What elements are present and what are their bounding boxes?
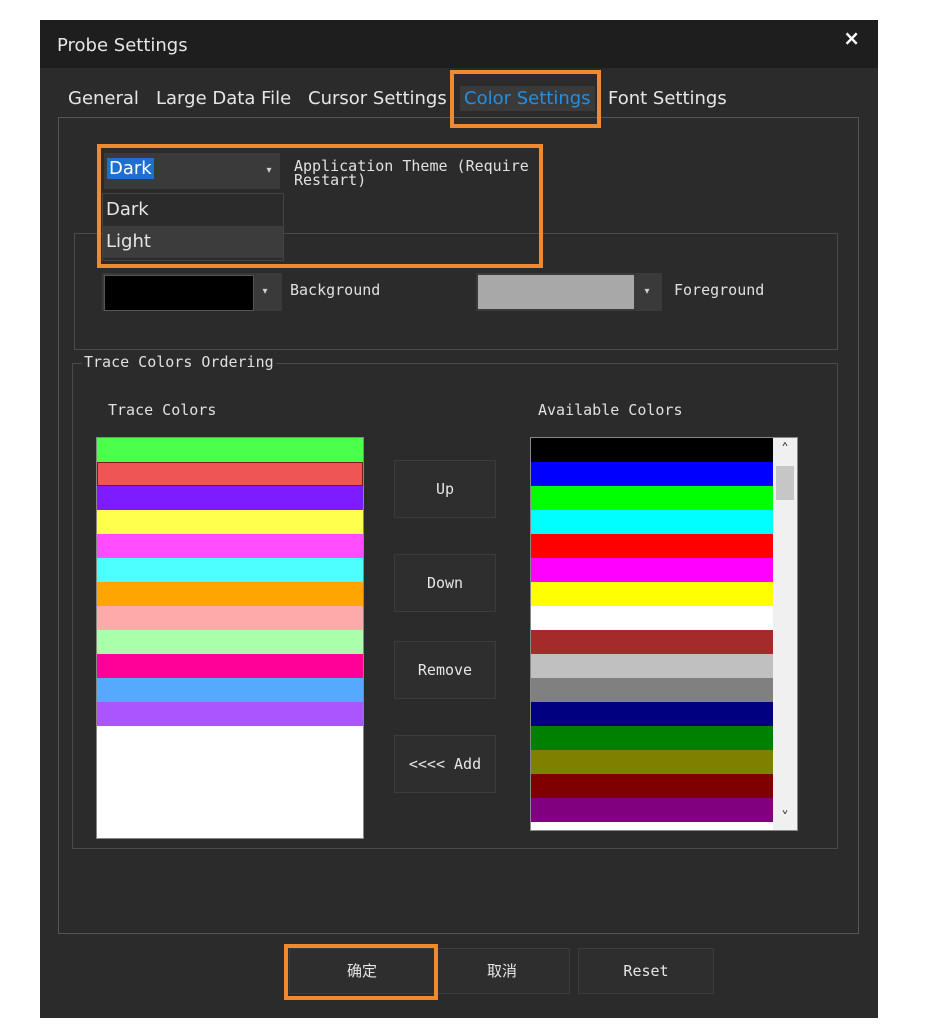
- color-swatch-item[interactable]: [97, 462, 363, 486]
- dropdown-arrow-icon[interactable]: ▾: [636, 273, 658, 311]
- foreground-label: Foreground: [674, 281, 765, 299]
- color-swatch-item[interactable]: [531, 438, 797, 462]
- scroll-up-icon[interactable]: ˄: [776, 440, 794, 459]
- up-button[interactable]: Up: [394, 460, 496, 518]
- color-swatch-item[interactable]: [531, 750, 797, 774]
- color-swatch-item[interactable]: [531, 726, 797, 750]
- dropdown-arrow-icon[interactable]: ▾: [258, 153, 280, 189]
- scroll-down-icon[interactable]: ˅: [776, 808, 794, 827]
- tab-cursor-settings[interactable]: Cursor Settings: [308, 88, 447, 109]
- background-combo[interactable]: ▾: [102, 273, 282, 311]
- foreground-combo[interactable]: ▾: [476, 273, 662, 311]
- color-swatch-item[interactable]: [97, 606, 363, 630]
- theme-combo[interactable]: Dark ▾: [104, 153, 280, 189]
- add-button[interactable]: <<<< Add: [394, 735, 496, 793]
- color-swatch-item[interactable]: [531, 582, 797, 606]
- background-swatch: [104, 275, 254, 311]
- color-swatch-item[interactable]: [531, 462, 797, 486]
- trace-colors-label: Trace Colors: [108, 401, 217, 419]
- color-swatch-item[interactable]: [531, 702, 797, 726]
- available-colors-label: Available Colors: [538, 401, 683, 419]
- close-icon[interactable]: ×: [843, 26, 860, 50]
- down-button[interactable]: Down: [394, 554, 496, 612]
- color-swatch-item[interactable]: [97, 630, 363, 654]
- color-swatch-item[interactable]: [97, 582, 363, 606]
- foreground-swatch: [478, 275, 634, 309]
- scroll-thumb[interactable]: [776, 466, 794, 500]
- theme-option-dark[interactable]: Dark: [103, 194, 283, 226]
- tab-font-settings[interactable]: Font Settings: [608, 88, 727, 109]
- dropdown-arrow-icon[interactable]: ▾: [254, 273, 276, 311]
- window-title: Probe Settings: [57, 35, 188, 56]
- color-swatch-item[interactable]: [531, 774, 797, 798]
- color-swatch-item[interactable]: [531, 630, 797, 654]
- color-swatch-item[interactable]: [531, 486, 797, 510]
- color-swatch-item[interactable]: [531, 798, 797, 822]
- color-swatch-item[interactable]: [97, 486, 363, 510]
- color-swatch-item[interactable]: [531, 654, 797, 678]
- ok-button[interactable]: 确定: [289, 948, 435, 994]
- title-bar: Probe Settings ×: [40, 20, 878, 68]
- color-swatch-item[interactable]: [97, 558, 363, 582]
- theme-label: Application Theme (Require Restart): [294, 159, 536, 187]
- reset-button[interactable]: Reset: [578, 948, 714, 994]
- tab-general[interactable]: General: [68, 88, 139, 109]
- theme-dropdown-list: Dark Light: [102, 193, 284, 261]
- background-label: Background: [290, 281, 381, 299]
- tab-large-data-file[interactable]: Large Data File: [156, 88, 291, 109]
- theme-label-clip: Application Theme (Require Restart): [294, 159, 536, 187]
- tab-color-settings[interactable]: Color Settings: [460, 86, 595, 111]
- color-swatch-item[interactable]: [97, 534, 363, 558]
- trace-colors-list[interactable]: [96, 437, 364, 839]
- color-swatch-item[interactable]: [97, 510, 363, 534]
- probe-settings-window: Probe Settings × General Large Data File…: [40, 20, 878, 1018]
- cancel-button[interactable]: 取消: [434, 948, 570, 994]
- vertical-scrollbar[interactable]: ˄ ˅: [773, 438, 797, 830]
- theme-option-light[interactable]: Light: [103, 226, 283, 258]
- color-swatch-item[interactable]: [531, 558, 797, 582]
- color-swatch-item[interactable]: [97, 678, 363, 702]
- theme-label-line-2: Restart): [294, 171, 367, 188]
- available-colors-list[interactable]: ˄ ˅: [530, 437, 798, 831]
- color-swatch-item[interactable]: [531, 510, 797, 534]
- color-swatch-item[interactable]: [531, 678, 797, 702]
- color-swatch-item[interactable]: [531, 534, 797, 558]
- theme-selected-value: Dark: [107, 158, 154, 179]
- color-swatch-item[interactable]: [97, 654, 363, 678]
- color-swatch-item[interactable]: [97, 438, 363, 462]
- trace-group-title: Trace Colors Ordering: [82, 353, 276, 371]
- color-swatch-item[interactable]: [97, 702, 363, 726]
- remove-button[interactable]: Remove: [394, 641, 496, 699]
- color-swatch-item[interactable]: [531, 606, 797, 630]
